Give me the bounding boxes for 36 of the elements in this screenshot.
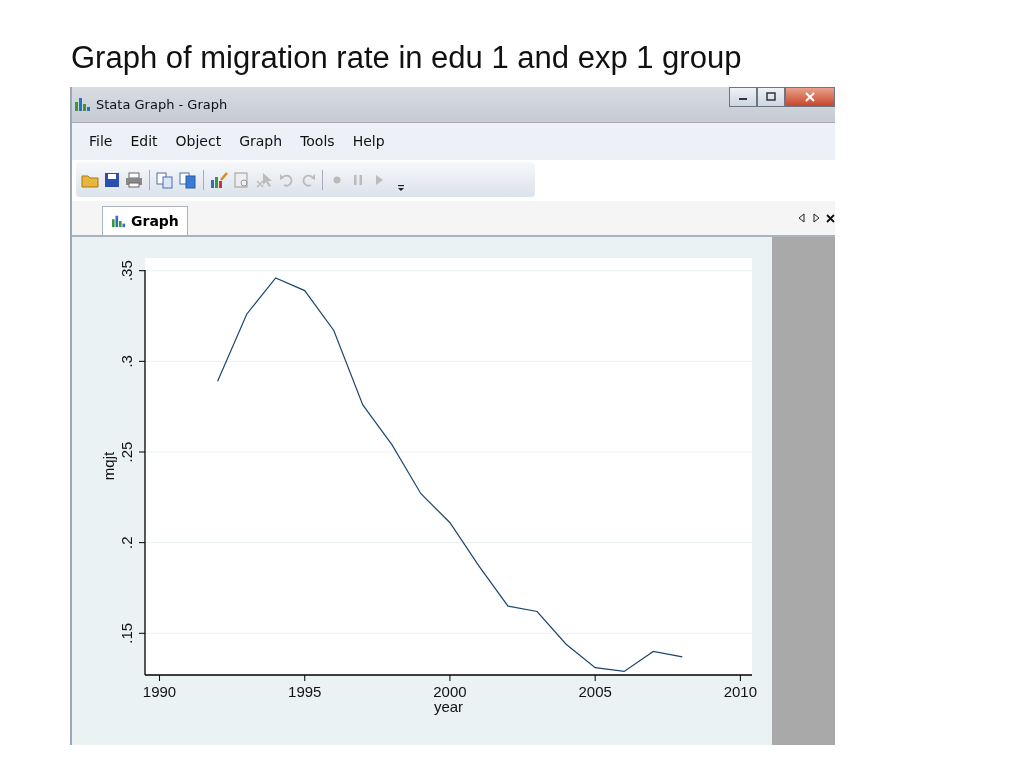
print-icon[interactable] — [124, 170, 144, 189]
close-tab-icon[interactable] — [826, 213, 835, 223]
y-tick-label: .3 — [118, 355, 135, 368]
x-axis-title: year — [433, 698, 464, 715]
menu-item[interactable]: Edit — [121, 133, 167, 150]
y-tick-label: .2 — [118, 536, 135, 549]
slide-title: Graph of migration rate in edu 1 and exp 1 group — [70, 39, 743, 77]
minimize-button[interactable] — [729, 87, 757, 107]
graph-tab[interactable]: Graph — [102, 206, 188, 235]
maximize-icon — [765, 92, 777, 102]
x-tick-label: 2010 — [723, 683, 758, 700]
x-tick-label: 2005 — [578, 683, 612, 700]
maximize-button[interactable] — [757, 87, 785, 107]
menu-item[interactable]: Object — [166, 133, 231, 150]
bar-chart-icon — [74, 96, 92, 113]
y-tick-label: .15 — [118, 622, 135, 644]
scroll-right-icon[interactable] — [812, 213, 820, 224]
window-title: Stata Graph - Graph — [96, 96, 228, 112]
bar-chart-icon — [111, 214, 127, 228]
x-tick-label: 1995 — [288, 683, 322, 700]
y-axis-title: mqjt — [100, 451, 117, 481]
menu-item[interactable]: Graph — [230, 133, 292, 150]
scroll-left-icon[interactable] — [798, 213, 806, 224]
save-icon[interactable] — [103, 170, 121, 189]
menu-item[interactable]: Help — [343, 133, 394, 150]
y-tick-label: .35 — [118, 260, 135, 282]
x-tick-label: 2000 — [433, 683, 467, 700]
close-button[interactable] — [785, 87, 835, 107]
close-icon — [804, 92, 816, 102]
x-tick-label: 1990 — [142, 683, 177, 700]
y-tick-label: .25 — [118, 441, 135, 463]
menu-item[interactable]: File — [80, 133, 122, 150]
chart-edit-icon[interactable] — [209, 170, 229, 189]
menu-item[interactable]: Tools — [291, 133, 344, 150]
copy-icon[interactable] — [155, 170, 175, 189]
document-icon[interactable] — [178, 170, 198, 189]
